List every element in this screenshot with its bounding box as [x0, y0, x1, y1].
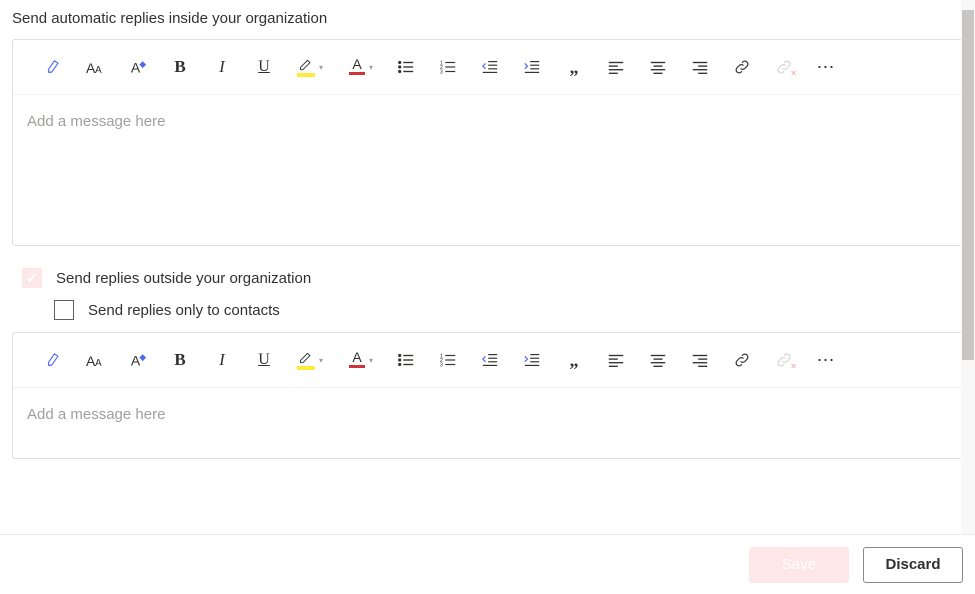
font-size-icon[interactable]: A◆ — [117, 343, 159, 377]
indent-icon[interactable] — [511, 50, 553, 84]
bullets-icon[interactable] — [385, 343, 427, 377]
highlight-button[interactable]: ▾ — [285, 343, 335, 377]
italic-button[interactable]: I — [201, 343, 243, 377]
outside-toolbar: AA A◆ B I U ▾ A ▾ 123 — [13, 333, 962, 388]
outside-org-editor: AA A◆ B I U ▾ A ▾ 123 — [12, 332, 963, 459]
format-painter-icon[interactable] — [33, 343, 75, 377]
quote-icon[interactable]: „ — [553, 343, 595, 377]
bullets-icon[interactable] — [385, 50, 427, 84]
inside-toolbar: AA A◆ B I U ▾ A ▾ 123 — [13, 40, 962, 95]
quote-icon[interactable]: „ — [553, 50, 595, 84]
align-left-icon[interactable] — [595, 343, 637, 377]
align-center-icon[interactable] — [637, 343, 679, 377]
bold-button[interactable]: B — [159, 50, 201, 84]
outside-org-option[interactable]: Send replies outside your organization — [22, 268, 963, 288]
unlink-icon[interactable]: ✕ — [763, 343, 805, 377]
indent-icon[interactable] — [511, 343, 553, 377]
italic-button[interactable]: I — [201, 50, 243, 84]
link-icon[interactable] — [721, 343, 763, 377]
inside-org-editor: AA A◆ B I U ▾ A ▾ 123 — [12, 39, 963, 246]
align-center-icon[interactable] — [637, 50, 679, 84]
contacts-only-label: Send replies only to contacts — [88, 302, 280, 319]
highlight-button[interactable]: ▾ — [285, 50, 335, 84]
font-icon[interactable]: AA — [75, 50, 117, 84]
save-button[interactable]: Save — [749, 547, 849, 583]
unlink-icon[interactable]: ✕ — [763, 50, 805, 84]
align-left-icon[interactable] — [595, 50, 637, 84]
font-icon[interactable]: AA — [75, 343, 117, 377]
link-icon[interactable] — [721, 50, 763, 84]
numbering-icon[interactable]: 123 — [427, 343, 469, 377]
outside-org-label: Send replies outside your organization — [56, 270, 311, 287]
inside-org-title: Send automatic replies inside your organ… — [12, 10, 963, 27]
numbering-icon[interactable]: 123 — [427, 50, 469, 84]
font-color-button[interactable]: A ▾ — [335, 50, 385, 84]
underline-button[interactable]: U — [243, 343, 285, 377]
outside-message-input[interactable]: Add a message here — [13, 388, 962, 458]
font-size-icon[interactable]: A◆ — [117, 50, 159, 84]
discard-button[interactable]: Discard — [863, 547, 963, 583]
outdent-icon[interactable] — [469, 343, 511, 377]
scrollbar-thumb[interactable] — [962, 10, 974, 360]
bold-button[interactable]: B — [159, 343, 201, 377]
more-icon[interactable]: ⋯ — [805, 343, 847, 377]
align-right-icon[interactable] — [679, 50, 721, 84]
svg-text:3: 3 — [440, 69, 443, 75]
svg-text:3: 3 — [440, 362, 443, 368]
format-painter-icon[interactable] — [33, 50, 75, 84]
footer-actions: Save Discard — [0, 534, 975, 594]
outdent-icon[interactable] — [469, 50, 511, 84]
scrollbar-track[interactable] — [961, 0, 975, 534]
align-right-icon[interactable] — [679, 343, 721, 377]
font-color-button[interactable]: A ▾ — [335, 343, 385, 377]
contacts-only-checkbox[interactable] — [54, 300, 74, 320]
outside-org-checkbox[interactable] — [22, 268, 42, 288]
underline-button[interactable]: U — [243, 50, 285, 84]
contacts-only-option[interactable]: Send replies only to contacts — [54, 300, 963, 320]
more-icon[interactable]: ⋯ — [805, 50, 847, 84]
inside-message-input[interactable]: Add a message here — [13, 95, 962, 245]
